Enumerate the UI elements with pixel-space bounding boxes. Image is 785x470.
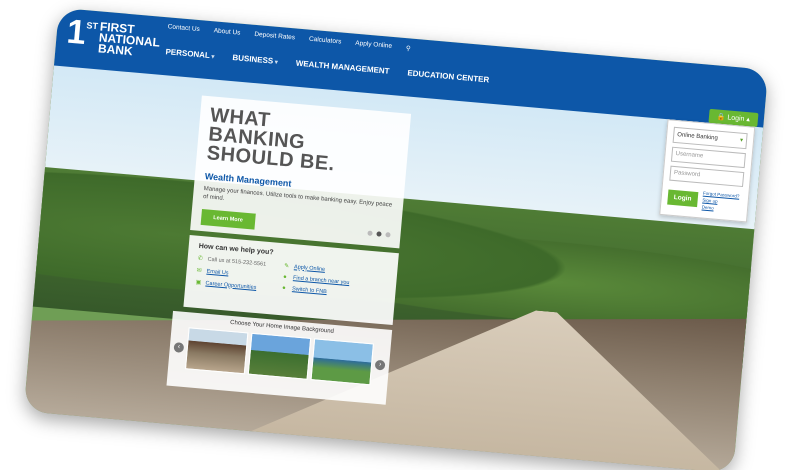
bank-logo[interactable]: 1 ST FIRST NATIONAL BANK [65, 12, 162, 60]
logo-wordmark: FIRST NATIONAL BANK [97, 19, 162, 59]
logo-numeral: 1 [65, 12, 88, 53]
login-links: Forgot Password? Sign up Demo [701, 190, 740, 214]
nav-calculators[interactable]: Calculators [309, 36, 342, 47]
nav-contact-us[interactable]: Contact Us [167, 23, 200, 34]
account-type-select[interactable]: Online Banking ▾ [672, 126, 748, 150]
hero-panel: WHAT BANKING SHOULD BE. Wealth Managemen… [190, 95, 412, 249]
call-us-text: Call us at 515-232-5561 [207, 256, 267, 268]
learn-more-button[interactable]: Learn More [200, 208, 256, 230]
background-thumbnail[interactable] [310, 338, 374, 386]
chevron-down-icon: ▾ [739, 137, 744, 144]
login-panel: Online Banking ▾ Username Password Login… [659, 119, 756, 223]
lock-icon: 🔒 [716, 113, 726, 122]
nav-about-us[interactable]: About Us [213, 27, 240, 37]
nav-wealth-management[interactable]: WEALTH MANAGEMENT [295, 59, 389, 76]
nav-business[interactable]: BUSINESS [232, 53, 278, 66]
map-pin-icon: ● [282, 274, 287, 281]
map-pin-icon: ● [281, 285, 286, 292]
screenshot-stage: 1 ST FIRST NATIONAL BANK Contact Us Abou… [0, 0, 785, 470]
website-screenshot: 1 ST FIRST NATIONAL BANK Contact Us Abou… [23, 7, 769, 470]
chevron-up-icon: ▴ [746, 116, 751, 124]
careers-link[interactable]: Career Opportunities [205, 280, 256, 290]
chevron-right-icon[interactable]: › [374, 359, 386, 371]
username-input[interactable]: Username [670, 146, 746, 169]
carousel-dots [367, 230, 391, 238]
nav-personal[interactable]: PERSONAL [165, 47, 215, 60]
apply-online-link[interactable]: Apply Online [294, 264, 326, 273]
nav-deposit-rates[interactable]: Deposit Rates [254, 31, 295, 43]
logo-superscript: ST [86, 20, 99, 32]
carousel-dot-active[interactable] [376, 231, 382, 237]
chevron-left-icon[interactable]: ‹ [173, 342, 185, 353]
pencil-icon: ✎ [283, 263, 290, 270]
background-thumbnail[interactable] [184, 327, 249, 375]
search-icon[interactable]: ⚲ [406, 44, 411, 52]
carousel-dot[interactable] [367, 230, 373, 236]
main-nav: PERSONAL BUSINESS WEALTH MANAGEMENT EDUC… [165, 47, 489, 84]
logo-line: BANK [97, 41, 134, 59]
login-toggle-label: Login [727, 114, 745, 123]
hero-title: WHAT BANKING SHOULD BE. [205, 104, 336, 176]
phone-icon: ✆ [197, 255, 203, 263]
nav-apply-online[interactable]: Apply Online [355, 40, 392, 51]
find-branch-link[interactable]: Find a branch near you [293, 275, 350, 286]
utility-nav: Contact Us About Us Deposit Rates Calcul… [167, 23, 411, 52]
account-type-value: Online Banking [676, 132, 719, 142]
email-icon: ✉ [196, 267, 202, 275]
briefcase-icon: ▣ [195, 279, 202, 287]
carousel-dot[interactable] [385, 232, 391, 238]
nav-education-center[interactable]: EDUCATION CENTER [407, 68, 490, 84]
help-right-column: ✎ Apply Online ● Find a branch near you ● S… [281, 262, 350, 304]
help-left-column: ✆ Call us at 515-232-5561 ✉ Email Us ▣ Care… [195, 255, 267, 297]
password-input[interactable]: Password [669, 165, 745, 188]
switch-to-fnb-link[interactable]: Switch to FNB [292, 286, 327, 295]
login-submit-button[interactable]: Login [667, 189, 699, 208]
background-thumbnail[interactable] [247, 332, 312, 380]
email-us-link[interactable]: Email Us [206, 268, 228, 276]
